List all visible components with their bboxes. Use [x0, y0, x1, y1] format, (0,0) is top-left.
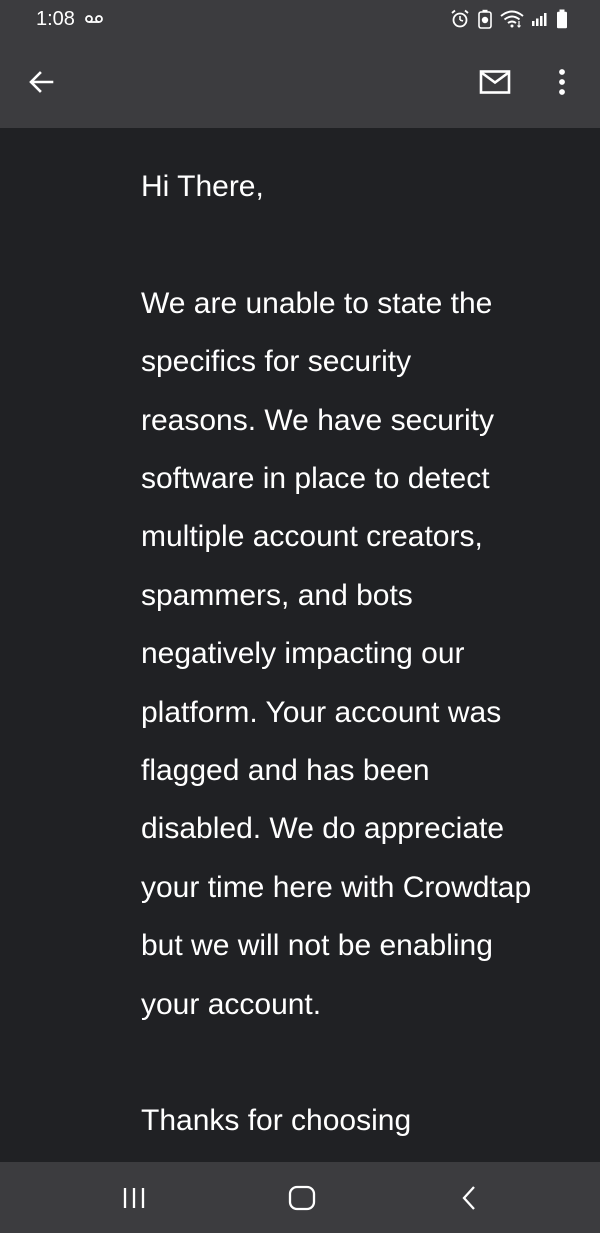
- status-bar: 1:08: [0, 0, 600, 38]
- back-arrow-icon: [29, 71, 54, 93]
- message-line: reasons. We have security: [141, 403, 494, 437]
- screen: 1:08 Hi There, We are unable to state th…: [0, 0, 600, 1233]
- recent-apps-icon: [123, 1188, 145, 1208]
- more-vert-icon: [559, 69, 565, 95]
- message-line: We are unable to state the: [141, 286, 493, 320]
- status-time: 1:08: [36, 7, 75, 30]
- message-line: platform. Your account was: [141, 695, 502, 729]
- message-line: disabled. We do appreciate: [141, 812, 505, 846]
- nav-back-button[interactable]: [450, 1178, 490, 1218]
- voicemail-icon: [85, 14, 103, 24]
- message-line: software in place to detect: [141, 462, 490, 496]
- message-paragraph: We are unable to state the specifics for…: [141, 275, 571, 1034]
- battery-icon: [556, 9, 568, 29]
- mail-icon: [479, 70, 511, 94]
- alarm-icon: [450, 9, 470, 29]
- message-line: but we will not be enabling: [141, 929, 493, 963]
- signal-icon: [531, 11, 549, 27]
- status-right: [450, 9, 568, 29]
- message-line: negatively impacting our: [141, 637, 465, 671]
- message-line: specifics for security: [141, 345, 412, 379]
- message-closing: Thanks for choosing: [141, 1104, 412, 1138]
- message-line: spammers, and bots: [141, 578, 413, 612]
- back-button[interactable]: [21, 62, 61, 102]
- status-left: 1:08: [36, 8, 103, 31]
- app-bar: [0, 38, 600, 128]
- wifi-icon: [500, 10, 524, 28]
- mark-unread-button[interactable]: [474, 62, 516, 102]
- message-line: multiple account creators,: [141, 520, 483, 554]
- home-button[interactable]: [282, 1178, 322, 1218]
- message-line: your account.: [141, 987, 322, 1021]
- battery-saver-icon: [477, 9, 493, 29]
- navigation-bar: [0, 1162, 600, 1233]
- recent-apps-button[interactable]: [114, 1178, 154, 1218]
- message-body: Hi There, We are unable to state the spe…: [141, 158, 571, 1151]
- message-line: your time here with Crowdtap: [141, 870, 532, 904]
- home-icon: [288, 1185, 316, 1211]
- more-options-button[interactable]: [542, 62, 582, 102]
- message-content[interactable]: Hi There, We are unable to state the spe…: [0, 128, 600, 1162]
- message-greeting: Hi There,: [141, 170, 264, 203]
- back-icon: [462, 1186, 475, 1210]
- message-line: flagged and has been: [141, 754, 430, 788]
